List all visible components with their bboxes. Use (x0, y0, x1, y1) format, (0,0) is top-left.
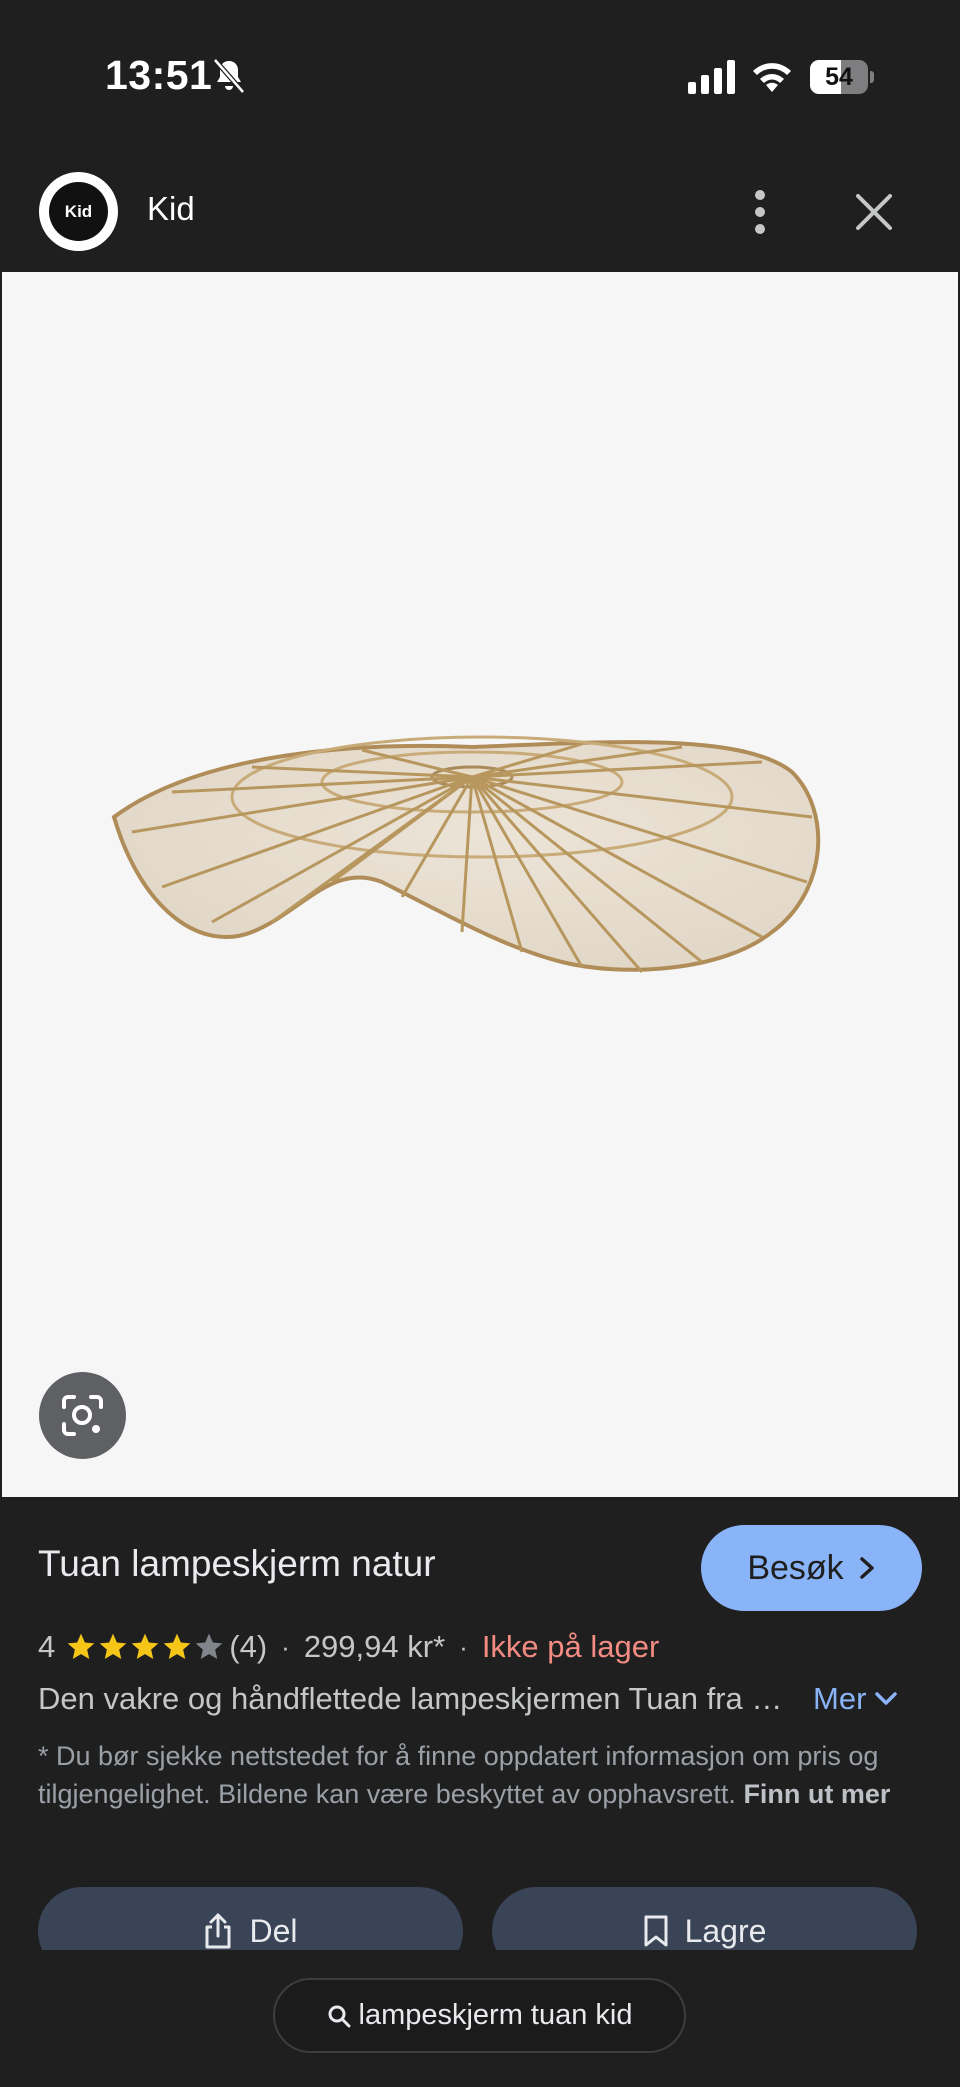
visit-button-label: Besøk (747, 1548, 844, 1587)
search-query-chip[interactable]: lampeskjerm tuan kid (273, 1978, 686, 2053)
search-query: lampeskjerm tuan kid (358, 1999, 633, 2031)
battery-level: 54 (825, 63, 853, 91)
more-button[interactable]: Mer (813, 1681, 898, 1717)
cellular-signal-icon (688, 60, 735, 94)
lens-search-button[interactable] (39, 1372, 126, 1459)
site-logo-text: Kid (49, 182, 108, 241)
search-icon (328, 2005, 350, 2027)
share-icon (205, 1913, 231, 1949)
battery-icon: 54 (810, 60, 874, 94)
bottom-bar: lampeskjerm tuan kid (0, 1950, 960, 2087)
more-options-icon[interactable] (740, 184, 780, 240)
star-filled-icon (67, 1633, 95, 1659)
star-filled-icon (131, 1633, 159, 1659)
product-title: Tuan lampeskjerm natur (38, 1543, 436, 1584)
chevron-down-icon (875, 1692, 898, 1705)
stock-status: Ikke på lager (481, 1629, 660, 1664)
more-button-label: Mer (813, 1681, 867, 1716)
close-icon[interactable] (852, 190, 896, 234)
disclaimer: * Du bør sjekke nettstedet for å finne o… (38, 1737, 918, 1813)
product-image[interactable] (2, 272, 958, 1497)
lampshade-image (111, 735, 821, 973)
price: 299,94 kr* (303, 1629, 446, 1664)
rating-stars (65, 1631, 225, 1663)
product-info-panel: Tuan lampeskjerm natur Besøk 4 (4) · 299… (0, 1497, 960, 1975)
bookmark-icon (644, 1915, 668, 1947)
review-count[interactable]: (4) (229, 1629, 267, 1665)
visit-button[interactable]: Besøk (701, 1525, 922, 1611)
learn-more-link[interactable]: Finn ut mer (743, 1779, 890, 1809)
site-logo[interactable]: Kid (39, 172, 118, 251)
separator: · (281, 1631, 290, 1662)
star-filled-icon (163, 1633, 191, 1659)
lens-icon (62, 1395, 103, 1436)
description-row: Den vakre og håndflettede lampeskjermen … (38, 1681, 923, 1725)
star-empty-icon (195, 1633, 223, 1659)
product-meta-row: 4 (4) · 299,94 kr* · Ikke på lager (38, 1625, 659, 1669)
chevron-right-icon (859, 1557, 874, 1579)
star-filled-icon (99, 1633, 127, 1659)
viewer-header: Kid Kid (0, 160, 960, 272)
rating-value: 4 (38, 1629, 56, 1664)
status-time: 13:51 (105, 52, 213, 98)
product-description: Den vakre og håndflettede lampeskjermen … (38, 1681, 798, 1716)
bell-off-icon (213, 58, 245, 94)
site-name[interactable]: Kid (147, 190, 195, 228)
share-button-label: Del (249, 1912, 298, 1949)
status-bar: 13:51 54 (0, 0, 960, 160)
separator: · (459, 1631, 468, 1662)
save-button-label: Lagre (684, 1912, 767, 1949)
wifi-icon (753, 63, 791, 92)
